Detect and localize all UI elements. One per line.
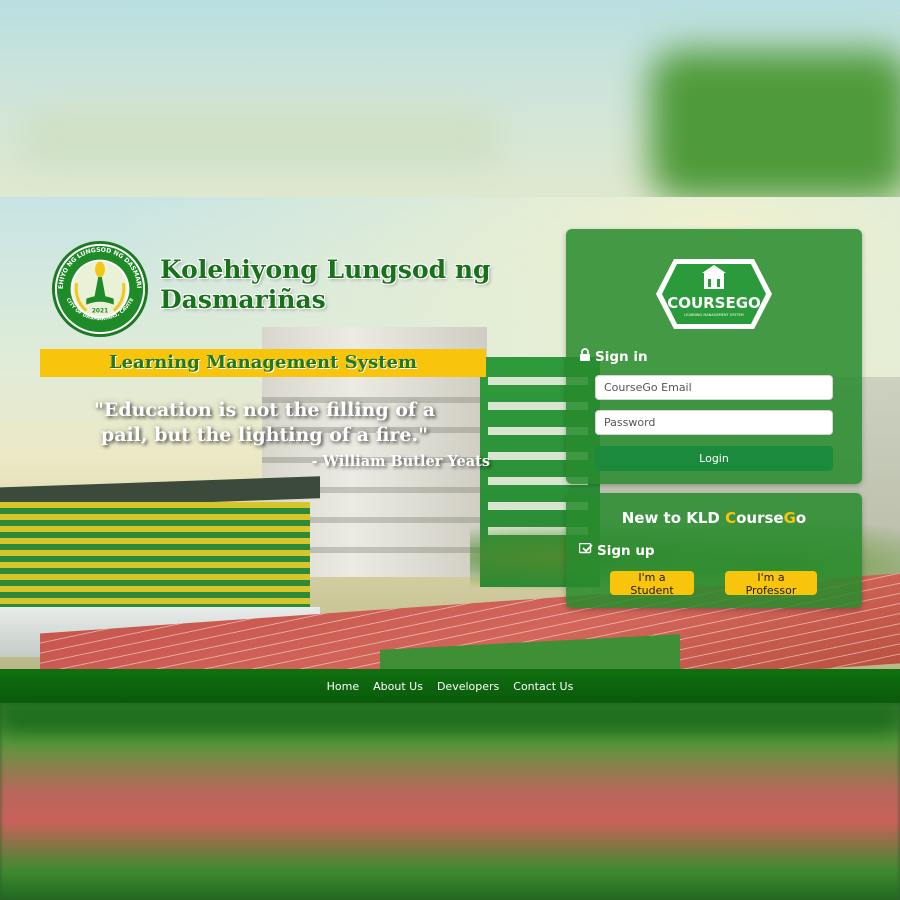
- lock-icon: [579, 348, 591, 365]
- coursego-logo-subtitle: LEARNING MANAGEMENT SYSTEM: [684, 313, 743, 317]
- signup-card: New to KLD CourseGo Sign up I'm a Studen…: [566, 493, 862, 608]
- password-input[interactable]: [595, 410, 833, 435]
- seal-year: 2021: [92, 309, 108, 315]
- footer-link-contact[interactable]: Contact Us: [513, 680, 573, 693]
- school-name: Kolehiyong Lungsod ng Dasmariñas: [160, 255, 491, 314]
- signup-icon: [578, 542, 593, 559]
- stadium-seats: [0, 502, 310, 617]
- signin-heading: Sign in: [579, 348, 648, 365]
- footer-link-about[interactable]: About Us: [373, 680, 423, 693]
- heading-g: G: [783, 509, 796, 527]
- coursego-logo: COURSEGO LEARNING MANAGEMENT SYSTEM: [656, 259, 772, 329]
- blurred-shape: [20, 110, 500, 165]
- lms-banner: Learning Management System: [40, 349, 486, 377]
- professor-signup-button[interactable]: I'm a Professor: [725, 571, 817, 597]
- heading-c: C: [725, 509, 737, 527]
- heading-end: o: [795, 509, 807, 527]
- quote-text: "Education is not the filling of a pail,…: [93, 399, 436, 446]
- footer-nav: Home About Us Developers Contact Us: [0, 669, 900, 703]
- footer-link-developers[interactable]: Developers: [437, 680, 499, 693]
- heading-prefix: New to KLD: [621, 509, 726, 527]
- signin-card: COURSEGO LEARNING MANAGEMENT SYSTEM Sign…: [566, 229, 862, 484]
- coursego-logo-text: COURSEGO: [667, 294, 761, 312]
- signup-heading: New to KLD CourseGo: [566, 509, 862, 527]
- blurred-bottom-band: [0, 703, 900, 900]
- signup-label: Sign up: [597, 543, 655, 559]
- blurred-top-band: [0, 0, 900, 197]
- login-button[interactable]: Login: [595, 446, 833, 471]
- signin-label: Sign in: [595, 348, 648, 365]
- quote-author: - William Butler Yeats: [311, 453, 490, 470]
- heading-mid: ourse: [736, 509, 784, 527]
- signup-subheading: Sign up: [578, 542, 655, 559]
- email-input[interactable]: [595, 375, 833, 400]
- blurred-shape: [650, 50, 900, 197]
- student-signup-button[interactable]: I'm a Student: [610, 571, 694, 597]
- footer-link-home[interactable]: Home: [327, 680, 359, 693]
- school-seal-logo: 2021 KOLEHIYO NG LUNGSOD NG DASMARIÑAS C…: [51, 240, 149, 338]
